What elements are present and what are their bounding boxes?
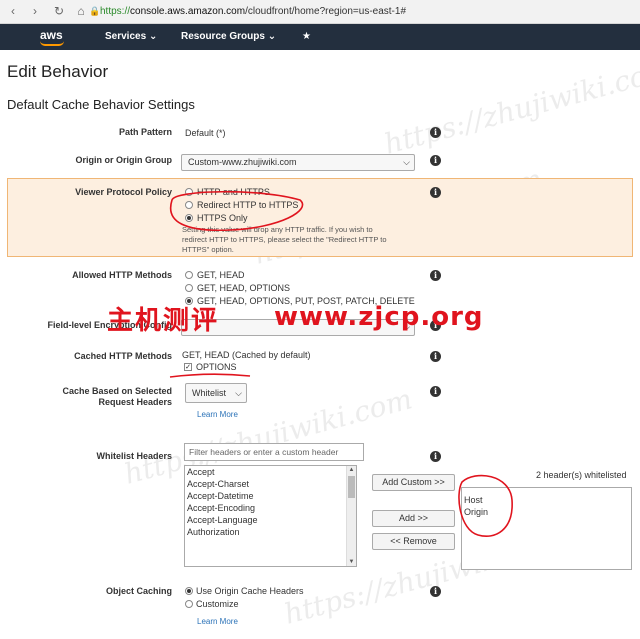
annotation-overlay <box>169 190 513 537</box>
annotation-circle-selected <box>458 474 513 537</box>
annotation-underline-options <box>169 373 251 378</box>
annotation-circle-https <box>169 190 304 232</box>
